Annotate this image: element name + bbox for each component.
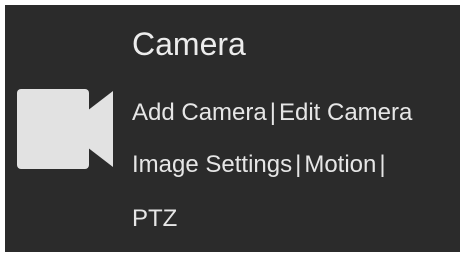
- link-separator: |: [269, 99, 276, 126]
- motion-link[interactable]: Motion: [304, 151, 376, 178]
- add-camera-link[interactable]: Add Camera: [132, 99, 267, 126]
- link-separator: |: [379, 151, 386, 178]
- camera-links-row-2: Image Settings | Motion |: [132, 150, 389, 180]
- video-camera-icon: [17, 87, 117, 171]
- ptz-link[interactable]: PTZ: [132, 205, 177, 232]
- section-title: Camera: [132, 26, 246, 62]
- camera-links-row-3: PTZ: [132, 204, 177, 234]
- camera-section-panel: Camera Add Camera | Edit Camera Image Sett…: [5, 5, 460, 252]
- image-settings-link[interactable]: Image Settings: [132, 151, 292, 178]
- edit-camera-link[interactable]: Edit Camera: [279, 99, 412, 126]
- camera-links-row-1: Add Camera | Edit Camera: [132, 98, 412, 128]
- link-separator: |: [295, 151, 302, 178]
